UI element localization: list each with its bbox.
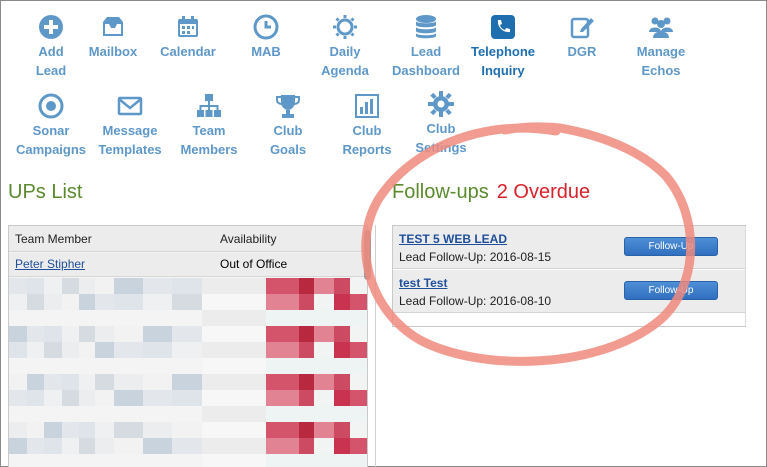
nav-label: Club Reports	[342, 123, 392, 157]
availability-value: Out of Office	[220, 257, 288, 271]
trophy-icon	[275, 93, 301, 119]
column-divider	[375, 225, 376, 467]
follow-ups-title: Follow-ups 2 Overdue	[392, 181, 590, 204]
nav-team-members[interactable]: Team Members	[167, 93, 251, 159]
sun-icon	[332, 14, 358, 40]
lead-followup-date: Lead Follow-Up: 2016-08-10	[399, 294, 552, 308]
inbox-icon	[100, 14, 126, 40]
nav-label: Mailbox	[88, 44, 138, 59]
target-icon	[38, 93, 64, 119]
nav-label: Calendar	[160, 44, 216, 59]
team-member-column-header: Team Member	[15, 232, 92, 246]
nav-calendar[interactable]: Calendar	[146, 14, 230, 61]
nav-label: Message Templates	[98, 123, 162, 157]
overdue-count: 2 Overdue	[496, 181, 591, 203]
envelope-icon	[117, 93, 143, 119]
database-icon	[413, 14, 439, 40]
nav-label: Club Settings	[415, 121, 467, 155]
plus-circle-icon	[38, 14, 64, 40]
table-row: Peter Stipher Out of Office	[9, 253, 367, 277]
list-item: test Test Lead Follow-Up: 2016-08-10 Fol…	[393, 270, 745, 313]
nav-manage-echos[interactable]: Manage Echos	[619, 14, 703, 80]
lead-name-link[interactable]: TEST 5 WEB LEAD	[399, 232, 507, 246]
nav-telephone-inquiry[interactable]: Telephone Inquiry	[461, 14, 545, 80]
ups-table-header: Team Member Availability	[9, 226, 367, 252]
nav-label: Telephone Inquiry	[470, 44, 536, 78]
bar-chart-icon	[354, 93, 380, 119]
nav-club-reports[interactable]: Club Reports	[325, 93, 409, 159]
availability-column-header: Availability	[220, 232, 277, 246]
nav-label: MAB	[251, 44, 281, 59]
nav-label: Lead Dashboard	[392, 44, 460, 78]
nav-daily-agenda[interactable]: Daily Agenda	[303, 14, 387, 80]
nav-message-templates[interactable]: Message Templates	[88, 93, 172, 159]
follow-up-button[interactable]: Follow-Up	[624, 237, 718, 256]
nav-label: Manage Echos	[636, 44, 686, 78]
nav-dgr[interactable]: DGR	[540, 14, 624, 61]
edit-icon	[569, 14, 595, 40]
nav-mab[interactable]: MAB	[224, 14, 308, 61]
nav-mailbox[interactable]: Mailbox	[71, 14, 155, 61]
phone-icon	[490, 14, 516, 40]
lead-name-link[interactable]: test Test	[399, 276, 447, 290]
nav-label: Daily Agenda	[321, 44, 369, 78]
nav-lead-dashboard[interactable]: Lead Dashboard	[384, 14, 468, 80]
team-member-link[interactable]: Peter Stipher	[15, 257, 85, 271]
ups-scrollbar[interactable]	[364, 230, 371, 280]
clock-icon	[253, 14, 279, 40]
follow-ups-panel: TEST 5 WEB LEAD Lead Follow-Up: 2016-08-…	[392, 225, 746, 327]
obscured-team-list	[9, 278, 367, 467]
gear-icon	[428, 91, 454, 117]
follow-up-button[interactable]: Follow-Up	[624, 281, 718, 300]
lead-followup-date: Lead Follow-Up: 2016-08-15	[399, 250, 552, 264]
follow-ups-scroll-track	[745, 226, 746, 326]
nav-club-settings[interactable]: Club Settings	[399, 91, 483, 157]
users-icon	[648, 14, 674, 40]
nav-label: DGR	[567, 44, 597, 59]
calendar-icon	[175, 14, 201, 40]
list-item: TEST 5 WEB LEAD Lead Follow-Up: 2016-08-…	[393, 226, 745, 269]
nav-label: Sonar Campaigns	[15, 123, 87, 157]
follow-ups-label: Follow-ups	[392, 181, 489, 203]
nav-label: Team Members	[180, 123, 238, 157]
org-chart-icon	[196, 93, 222, 119]
nav-label: Club Goals	[269, 123, 307, 157]
nav-sonar-campaigns[interactable]: Sonar Campaigns	[9, 93, 93, 159]
ups-list-title: UPs List	[8, 181, 83, 203]
ups-list-panel: Team Member Availability Peter Stipher O…	[8, 225, 368, 467]
nav-club-goals[interactable]: Club Goals	[246, 93, 330, 159]
